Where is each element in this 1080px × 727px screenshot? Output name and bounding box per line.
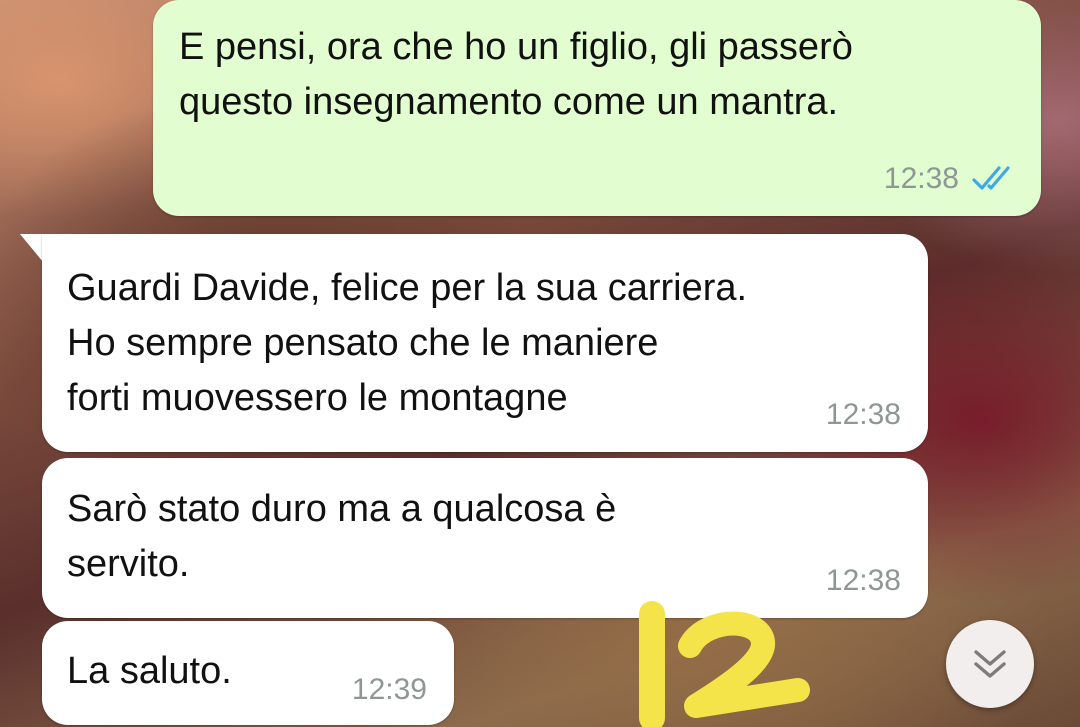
message-bubble-incoming[interactable]: Guardi Davide, felice per la sua carrier… (42, 234, 928, 452)
message-bubble-incoming[interactable]: Sarò stato duro ma a qualcosa è servito.… (42, 458, 928, 618)
message-bubble-incoming[interactable]: La saluto. 12:39 (42, 621, 454, 725)
message-text: E pensi, ora che ho un figlio, gli passe… (179, 26, 853, 123)
message-timestamp: 12:38 (883, 162, 959, 195)
message-timestamp: 12:38 (825, 564, 901, 597)
handwritten-annotation (639, 601, 810, 727)
scroll-to-bottom-button[interactable] (946, 620, 1034, 708)
message-timestamp: 12:38 (825, 398, 901, 431)
message-timestamp: 12:39 (351, 673, 427, 706)
double-check-icon (972, 166, 1010, 190)
message-bubble-outgoing[interactable]: E pensi, ora che ho un figlio, gli passe… (153, 0, 1041, 216)
message-text: Guardi Davide, felice per la sua carrier… (67, 267, 748, 419)
double-chevron-down-icon (974, 650, 1006, 678)
message-text: La saluto. (67, 650, 232, 692)
message-text: Sarò stato duro ma a qualcosa è servito. (67, 488, 617, 585)
